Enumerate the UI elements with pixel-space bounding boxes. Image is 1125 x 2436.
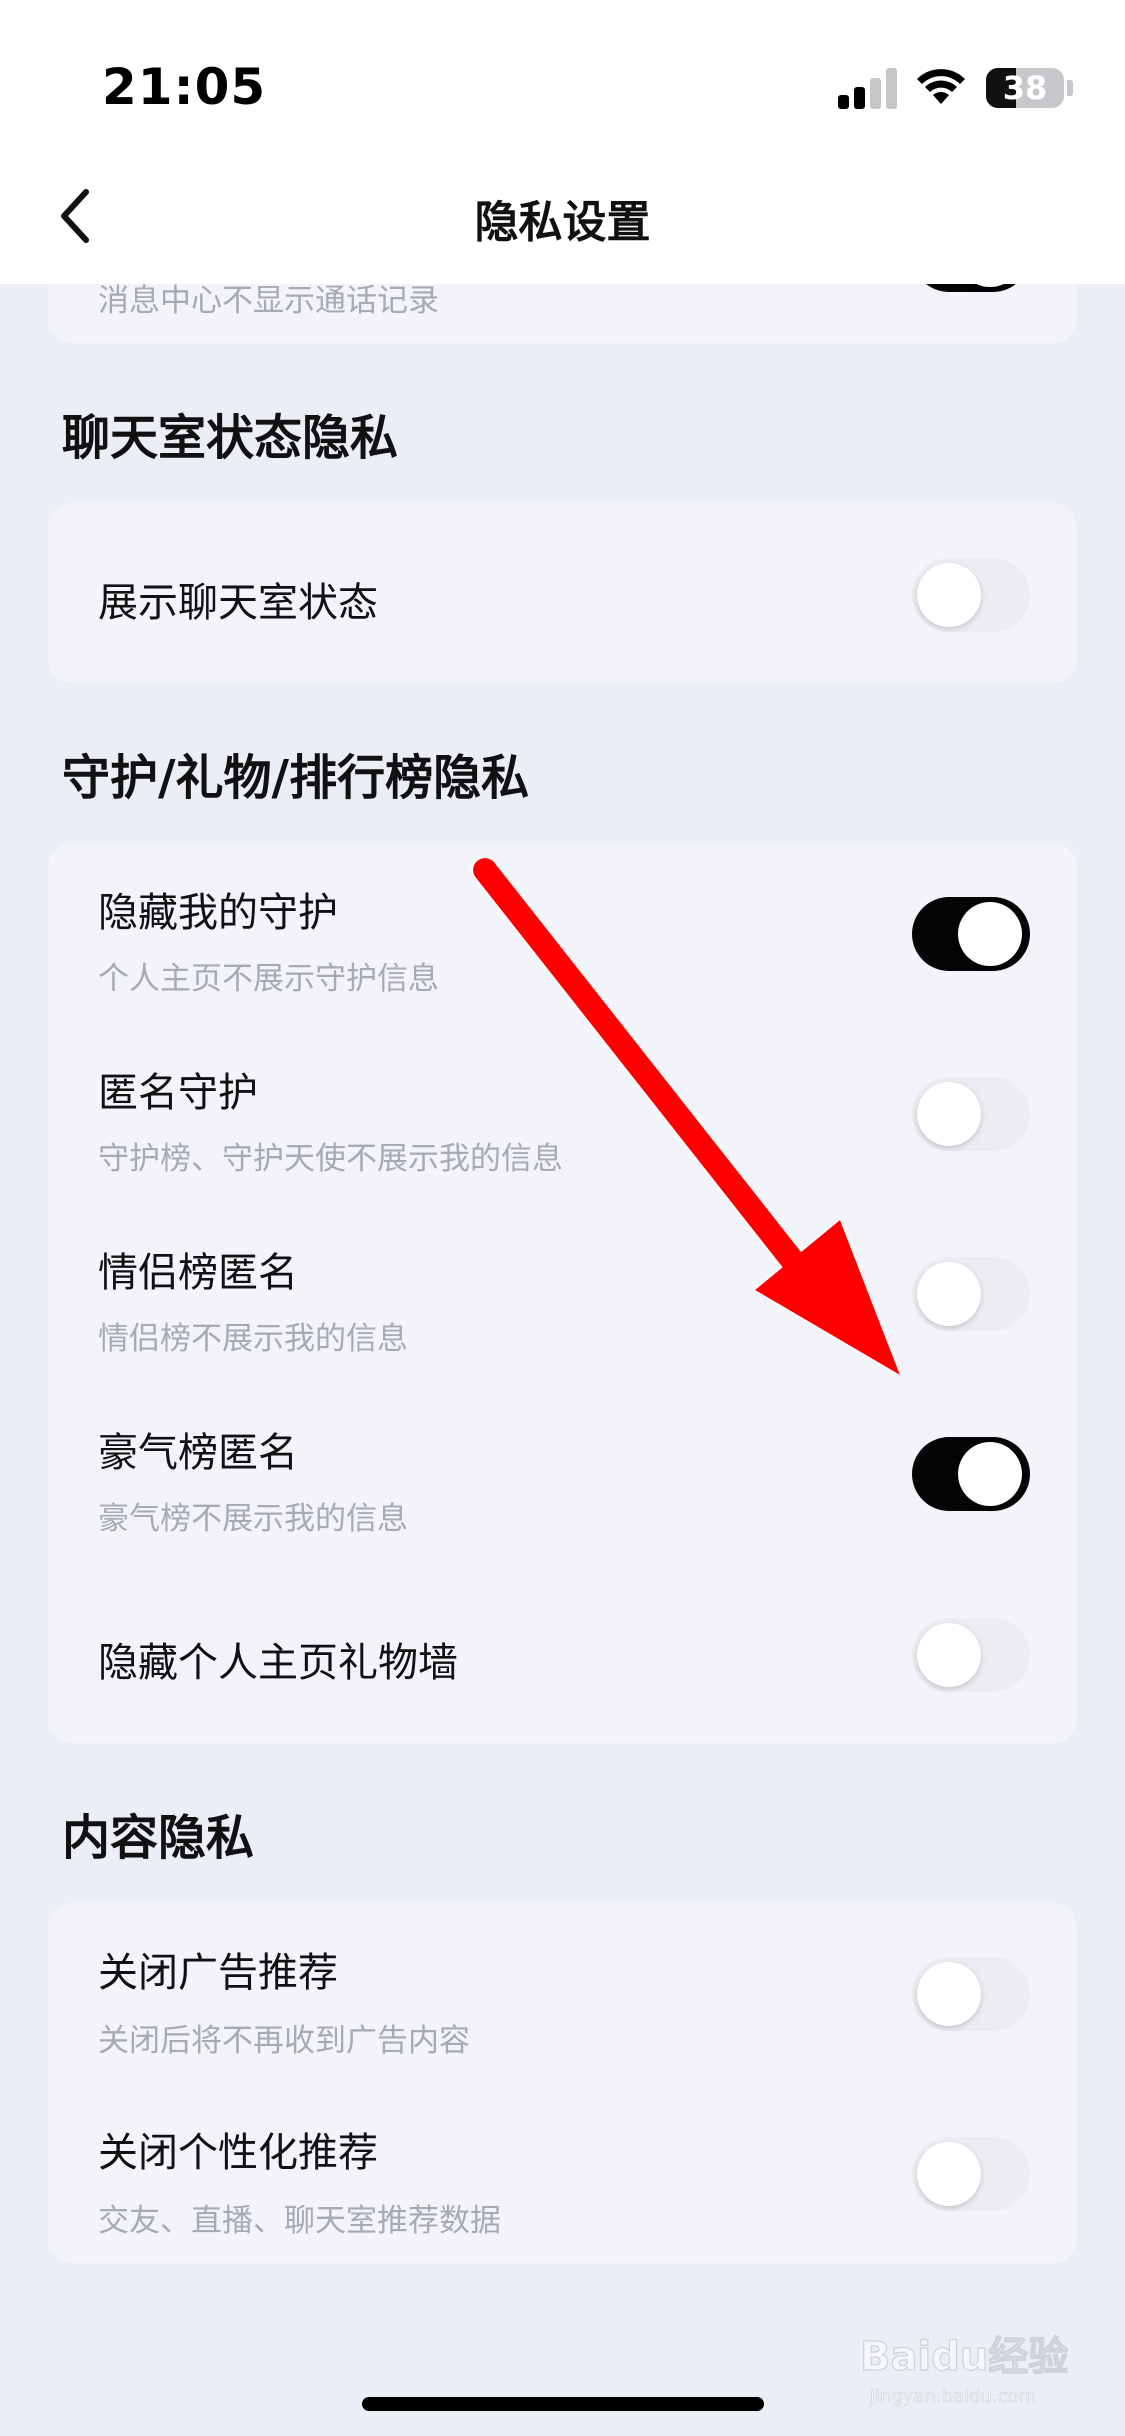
row-label: 关闭个性化推荐	[98, 2130, 378, 2176]
battery-icon: 38	[986, 68, 1064, 108]
header: 21:05 38 隐私设置	[0, 0, 1125, 284]
hide-gift-wall-toggle[interactable]	[912, 1618, 1030, 1692]
row-description: 情侣榜不展示我的信息	[98, 1321, 408, 1357]
baidu-jingyan-watermark: Baidu经验 jingyan.baidu.com	[860, 2333, 1069, 2407]
battery-percentage: 38	[1002, 69, 1048, 107]
home-indicator[interactable]	[362, 2397, 764, 2411]
row-label: 展示聊天室状态	[98, 580, 378, 626]
close-personalized-recommendation-toggle[interactable]	[912, 2137, 1030, 2211]
section-title: 内容隐私	[62, 1810, 255, 1866]
svg-text:jingyan.baidu.com: jingyan.baidu.com	[869, 2386, 1036, 2407]
wifi-icon	[917, 69, 965, 104]
row-description: 交友、直播、聊天室推荐数据	[98, 2203, 501, 2239]
close-ad-recommendation-toggle[interactable]	[912, 1957, 1030, 2031]
hide-my-guardian-toggle[interactable]	[912, 897, 1030, 971]
row-label: 隐藏我的守护	[98, 890, 338, 936]
couple-rank-anonymous-toggle[interactable]	[912, 1257, 1030, 1331]
svg-text:Baidu经验: Baidu经验	[860, 2334, 1068, 2380]
row-label: 匿名守护	[98, 1070, 258, 1116]
row-label: 豪气榜匿名	[98, 1430, 298, 1476]
row-label: 隐藏个人主页礼物墙	[98, 1640, 458, 1686]
battery-tip	[1067, 80, 1073, 96]
anonymous-guardian-toggle[interactable]	[912, 1077, 1030, 1151]
show-chatroom-status-toggle[interactable]	[912, 558, 1030, 632]
section-title: 守护/礼物/排行榜隐私	[62, 750, 530, 806]
row-description: 个人主页不展示守护信息	[98, 961, 439, 997]
row-label: 情侣榜匿名	[98, 1250, 298, 1296]
row-description: 关闭后将不再收到广告内容	[98, 2023, 470, 2059]
red-arrow-annotation	[473, 858, 900, 1375]
generous-rank-anonymous-toggle[interactable]	[912, 1437, 1030, 1511]
row-description: 豪气榜不展示我的信息	[98, 1501, 408, 1537]
page-title: 隐私设置	[474, 197, 651, 248]
status-time: 21:05	[102, 58, 267, 116]
section-title: 聊天室状态隐私	[62, 410, 399, 466]
cellular-signal-icon	[838, 68, 897, 109]
row-label: 关闭广告推荐	[98, 1950, 338, 1996]
